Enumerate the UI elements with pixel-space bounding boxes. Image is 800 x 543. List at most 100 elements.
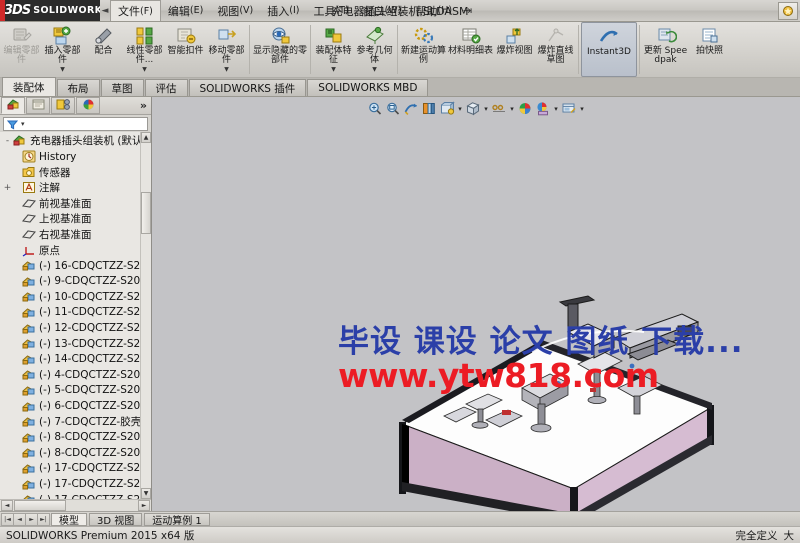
tree-item-component[interactable]: (-) 11-CDQCTZZ-S20-C [0, 305, 151, 321]
tree-item-component[interactable]: (-) 9-CDQCTZZ-S20-CB [0, 273, 151, 289]
zoom-fit-icon[interactable] [367, 100, 384, 117]
ribbon-explode-line-sketch[interactable]: 爆炸直线草图 [535, 22, 576, 77]
assembly-model-render[interactable] [382, 292, 742, 511]
tab-solidworks-mbd[interactable]: SOLIDWORKS MBD [307, 79, 429, 96]
menu-item-window[interactable]: 窗口 (W) [356, 0, 409, 21]
linear-pattern-dropdown-icon[interactable]: ▼ [142, 66, 147, 73]
ribbon-exploded-view[interactable]: 爆炸视图 [494, 22, 535, 77]
feature-tree-hscrollbar[interactable]: ◄ ► [0, 499, 151, 511]
ribbon-show-hidden-components[interactable]: 显示隐藏的零部件 [252, 22, 308, 77]
move-component-dropdown-icon[interactable]: ▼ [224, 66, 229, 73]
ribbon-insert-components[interactable]: 插入零部件 ▼ [42, 22, 83, 77]
scene-dropdown-icon[interactable]: ▾ [553, 105, 560, 113]
assembly-features-dropdown-icon[interactable]: ▼ [331, 66, 336, 73]
tree-item-origin[interactable]: 原点 [0, 242, 151, 258]
tree-root-row[interactable]: - 充电器插头组装机 (默认<默 [0, 133, 151, 149]
tree-item-front-plane[interactable]: 前视基准面 [0, 196, 151, 212]
tree-item-component[interactable]: (-) 13-CDQCTZZ-S20-C [0, 336, 151, 352]
menu-item-insert[interactable]: 插入 (I) [260, 0, 306, 21]
tree-item-component[interactable]: (-) 16-CDQCTZZ-S20-C [0, 258, 151, 274]
menu-item-help[interactable]: 帮助 (H) [408, 0, 459, 21]
display-style-icon[interactable] [465, 100, 482, 117]
tree-item-component[interactable]: (-) 17-CDQCTZZ-S20-C [0, 461, 151, 477]
ribbon-edit-component[interactable]: 编辑零部件 [1, 22, 42, 77]
insert-components-dropdown-icon[interactable]: ▼ [60, 66, 65, 73]
previous-view-icon[interactable] [403, 100, 420, 117]
display-manager-tab[interactable] [76, 97, 100, 114]
tree-item-component[interactable]: (-) 12-CDQCTZZ-S20-C [0, 320, 151, 336]
display-style-dropdown-icon[interactable]: ▾ [483, 105, 490, 113]
tree-item-history[interactable]: History [0, 149, 151, 165]
filter-dropdown-icon[interactable]: ▾ [21, 120, 25, 128]
ribbon-mate[interactable]: 配合 [83, 22, 124, 77]
annotations-expander[interactable]: + [2, 183, 13, 193]
ribbon-smart-fasteners[interactable]: 智能扣件 [165, 22, 206, 77]
tab-layout[interactable]: 布局 [56, 79, 100, 96]
tree-item-component[interactable]: (-) 14-CDQCTZZ-S20-C [0, 351, 151, 367]
tree-item-component[interactable]: (-) 7-CDQCTZZ-胶壳定( [0, 414, 151, 430]
tree-item-component[interactable]: (-) 8-CDQCTZZ-S20-CB [0, 429, 151, 445]
expand-panel-icon[interactable]: » [140, 99, 147, 112]
ribbon-update-speedpak[interactable]: 更新 Speedpak [642, 22, 689, 77]
tree-item-sensors[interactable]: 传感器 [0, 164, 151, 180]
zoom-area-icon[interactable] [385, 100, 402, 117]
menu-item-view[interactable]: 视图 (V) [210, 0, 260, 21]
reference-geometry-dropdown-icon[interactable]: ▼ [372, 66, 377, 73]
tab-solidworks-addins[interactable]: SOLIDWORKS 插件 [188, 79, 307, 96]
tree-hscroll-thumb[interactable] [14, 500, 66, 511]
view-settings-icon[interactable] [561, 100, 578, 117]
feature-manager-tab[interactable] [1, 97, 25, 114]
tab-sketch[interactable]: 草图 [100, 79, 144, 96]
ribbon-move-component[interactable]: 移动零部件 ▼ [206, 22, 247, 77]
tree-scroll-up-button[interactable]: ▲ [141, 132, 151, 144]
menu-item-file[interactable]: 文件 (F) [110, 0, 161, 21]
ribbon-new-motion-study[interactable]: 新建运动算例 [400, 22, 447, 77]
scene-icon[interactable] [535, 100, 552, 117]
tree-item-component[interactable]: (-) 5-CDQCTZZ-S20-CB [0, 383, 151, 399]
tree-filter-bar[interactable]: ▾ [3, 117, 148, 132]
tab-nav-last-button[interactable]: ►| [37, 512, 50, 526]
feature-tree[interactable]: - 充电器插头组装机 (默认<默 History 传感器 + 注解 前视基准面 … [0, 132, 151, 499]
tree-item-top-plane[interactable]: 上视基准面 [0, 211, 151, 227]
tree-scroll-thumb[interactable] [141, 192, 151, 235]
appearance-icon[interactable] [517, 100, 534, 117]
feature-tree-scrollbar[interactable]: ▲ ▼ [140, 132, 151, 499]
restore-window-button[interactable] [778, 1, 798, 20]
graphics-area[interactable]: ▾ ▾ ▾ ▾ ▾ 毕设 课设 论文 图纸 下载... www.ytw818.c… [152, 97, 800, 511]
tree-item-component[interactable]: (-) 17-CDQCTZZ-S20-C [0, 476, 151, 492]
ribbon-bill-of-materials[interactable]: 材料明细表 [447, 22, 494, 77]
menu-pin-icon[interactable]: ◄ [100, 0, 110, 21]
tab-evaluate[interactable]: 评估 [144, 79, 188, 96]
tree-item-component[interactable]: (-) 17-CDQCTZZ-S20-C [0, 492, 151, 499]
view-settings-dropdown-icon[interactable]: ▾ [579, 105, 586, 113]
bottom-tab-3d-views[interactable]: 3D 视图 [89, 512, 143, 527]
tree-item-right-plane[interactable]: 右视基准面 [0, 227, 151, 243]
configuration-manager-tab[interactable] [51, 97, 75, 114]
tree-hscroll-left-button[interactable]: ◄ [1, 500, 13, 511]
tree-item-component[interactable]: (-) 10-CDQCTZZ-S20-C [0, 289, 151, 305]
tree-hscroll-right-button[interactable]: ► [138, 500, 150, 511]
tab-assembly[interactable]: 装配体 [2, 77, 56, 96]
bottom-tab-model[interactable]: 模型 [51, 512, 87, 527]
ribbon-take-snapshot[interactable]: 拍快照 [689, 22, 730, 77]
tree-scroll-down-button[interactable]: ▼ [141, 488, 151, 499]
ribbon-linear-component-pattern[interactable]: 线性零部件... ▼ [124, 22, 165, 77]
hide-show-icon[interactable] [491, 100, 508, 117]
menu-item-tools[interactable]: 工具 (T) [306, 0, 355, 21]
view-orientation-icon[interactable] [439, 100, 456, 117]
ribbon-reference-geometry[interactable]: 参考几何体 ▼ [354, 22, 395, 77]
tree-item-annotations[interactable]: + 注解 [0, 180, 151, 196]
root-expander[interactable]: - [2, 136, 13, 146]
hide-show-dropdown-icon[interactable]: ▾ [509, 105, 516, 113]
view-orientation-dropdown-icon[interactable]: ▾ [457, 105, 464, 113]
section-view-icon[interactable] [421, 100, 438, 117]
property-manager-tab[interactable] [26, 97, 50, 114]
tree-item-component[interactable]: (-) 8-CDQCTZZ-S20-CB [0, 445, 151, 461]
tree-item-component[interactable]: (-) 6-CDQCTZZ-S20-CB [0, 398, 151, 414]
pin-menu-icon[interactable]: ⇥ [463, 0, 472, 21]
tree-item-component[interactable]: (-) 4-CDQCTZZ-S20-CB [0, 367, 151, 383]
menu-item-edit[interactable]: 编辑 (E) [161, 0, 210, 21]
ribbon-assembly-features[interactable]: 装配体特征 ▼ [313, 22, 354, 77]
bottom-tab-motion-study[interactable]: 运动算例 1 [144, 512, 210, 527]
ribbon-instant3d[interactable]: Instant3D [581, 22, 637, 77]
